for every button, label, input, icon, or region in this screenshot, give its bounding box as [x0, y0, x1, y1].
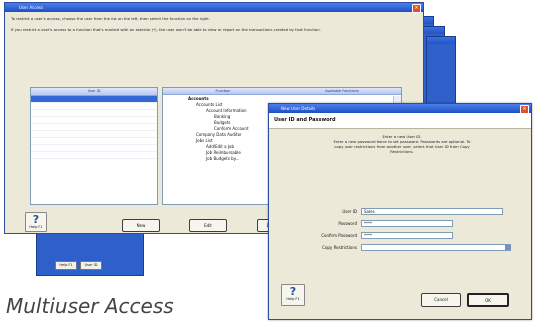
user-row[interactable]: [31, 110, 157, 117]
user-row[interactable]: [31, 124, 157, 131]
user-row-selected[interactable]: [31, 96, 157, 103]
edit-button[interactable]: Edit: [189, 219, 227, 232]
instruction-text-1: To restrict a user's access, choose the …: [11, 16, 210, 21]
user-list[interactable]: User ID: [30, 87, 158, 205]
dialog-instructions: Enter a new User ID. Enter a new passwor…: [281, 134, 523, 154]
user-row[interactable]: [31, 145, 157, 152]
dialog-close-icon[interactable]: ×: [520, 105, 529, 114]
user-row[interactable]: [31, 131, 157, 138]
dialog-help-label: Help F1: [286, 297, 300, 301]
help-icon: ?: [32, 213, 40, 226]
access-column-header[interactable]: Available Functions: [283, 88, 401, 95]
new-user-dialog: New User Details × User ID and Password …: [268, 103, 532, 320]
user-row[interactable]: [31, 117, 157, 124]
ok-button[interactable]: OK: [467, 293, 509, 307]
dialog-instruction-line: Restrictions.: [390, 149, 414, 154]
user-id-field[interactable]: Sales: [361, 208, 503, 215]
dialog-titlebar[interactable]: New User Details: [269, 104, 531, 113]
dropdown-icon[interactable]: [505, 245, 511, 250]
main-titlebar[interactable]: User Access: [5, 3, 423, 12]
tree-node[interactable]: Job Budgets by...: [206, 156, 239, 162]
cancel-button[interactable]: Cancel: [421, 293, 461, 307]
confirm-password-label: Confirm Password: [321, 233, 357, 238]
user-row[interactable]: [31, 152, 157, 159]
back-help-button[interactable]: Help F1: [55, 261, 77, 270]
user-id-label: User ID: [342, 209, 357, 214]
user-row[interactable]: [31, 103, 157, 110]
instruction-text-2: If you restrict a user's access to a fun…: [11, 27, 321, 32]
dialog-help-icon: ?: [289, 285, 297, 298]
copy-restrictions-label: Copy Restrictions: [322, 245, 357, 250]
password-field[interactable]: ****: [361, 220, 453, 227]
close-icon[interactable]: ×: [412, 4, 421, 13]
copy-restrictions-select[interactable]: [361, 244, 511, 251]
back-user-id-button[interactable]: User ID: [80, 261, 102, 270]
password-label: Password: [338, 221, 357, 226]
function-column-header[interactable]: Function: [163, 88, 283, 95]
user-column-header[interactable]: User ID: [31, 88, 157, 96]
help-button[interactable]: ? Help F1: [25, 212, 47, 232]
user-row[interactable]: [31, 138, 157, 145]
help-label: Help F1: [29, 225, 43, 229]
new-button[interactable]: New: [122, 219, 160, 232]
confirm-password-field[interactable]: ****: [361, 232, 453, 239]
dialog-help-button[interactable]: ? Help F1: [281, 284, 305, 306]
caption: Multiuser Access: [6, 294, 174, 318]
dialog-header: User ID and Password: [269, 113, 531, 129]
